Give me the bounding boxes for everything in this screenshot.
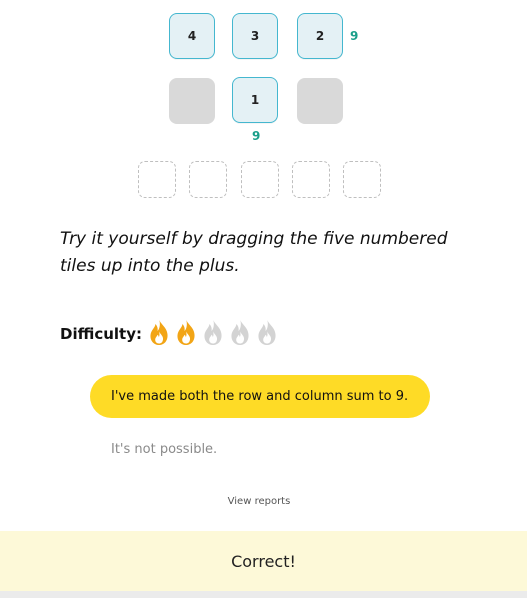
answer-option-not-possible[interactable]: It's not possible. <box>111 442 217 457</box>
answer-option-selected[interactable]: I've made both the row and column sum to… <box>90 375 430 418</box>
view-reports-link[interactable]: View reports <box>0 496 518 507</box>
row-sum-label: 9 <box>350 29 359 43</box>
tile-slot-4[interactable] <box>292 161 330 198</box>
middle-tile[interactable]: 1 <box>232 77 278 123</box>
answer-option-label: I've made both the row and column sum to… <box>111 389 409 404</box>
tile-slot-2[interactable] <box>189 161 227 198</box>
tile-slot-3[interactable] <box>241 161 279 198</box>
result-text: Correct! <box>231 551 296 571</box>
tile-slot-1[interactable] <box>138 161 176 198</box>
instructions-text: Try it yourself by dragging the five num… <box>60 229 448 276</box>
column-sum-label: 9 <box>252 129 261 143</box>
top-row-tile-1[interactable]: 4 <box>169 13 215 59</box>
flame-icon <box>177 319 195 345</box>
flame-icon <box>258 319 276 345</box>
bottom-divider <box>0 591 527 598</box>
top-row-tile-3[interactable]: 2 <box>297 13 343 59</box>
top-row-tile-2[interactable]: 3 <box>232 13 278 59</box>
tile-slot-5[interactable] <box>343 161 381 198</box>
flame-icon <box>204 319 222 345</box>
flame-icon <box>150 319 168 345</box>
flame-icon <box>231 319 249 345</box>
empty-cell-right <box>297 78 343 124</box>
difficulty-label: Difficulty: <box>60 325 142 343</box>
empty-cell-left <box>169 78 215 124</box>
difficulty-rating <box>147 318 279 346</box>
result-banner: Correct! <box>0 531 527 591</box>
